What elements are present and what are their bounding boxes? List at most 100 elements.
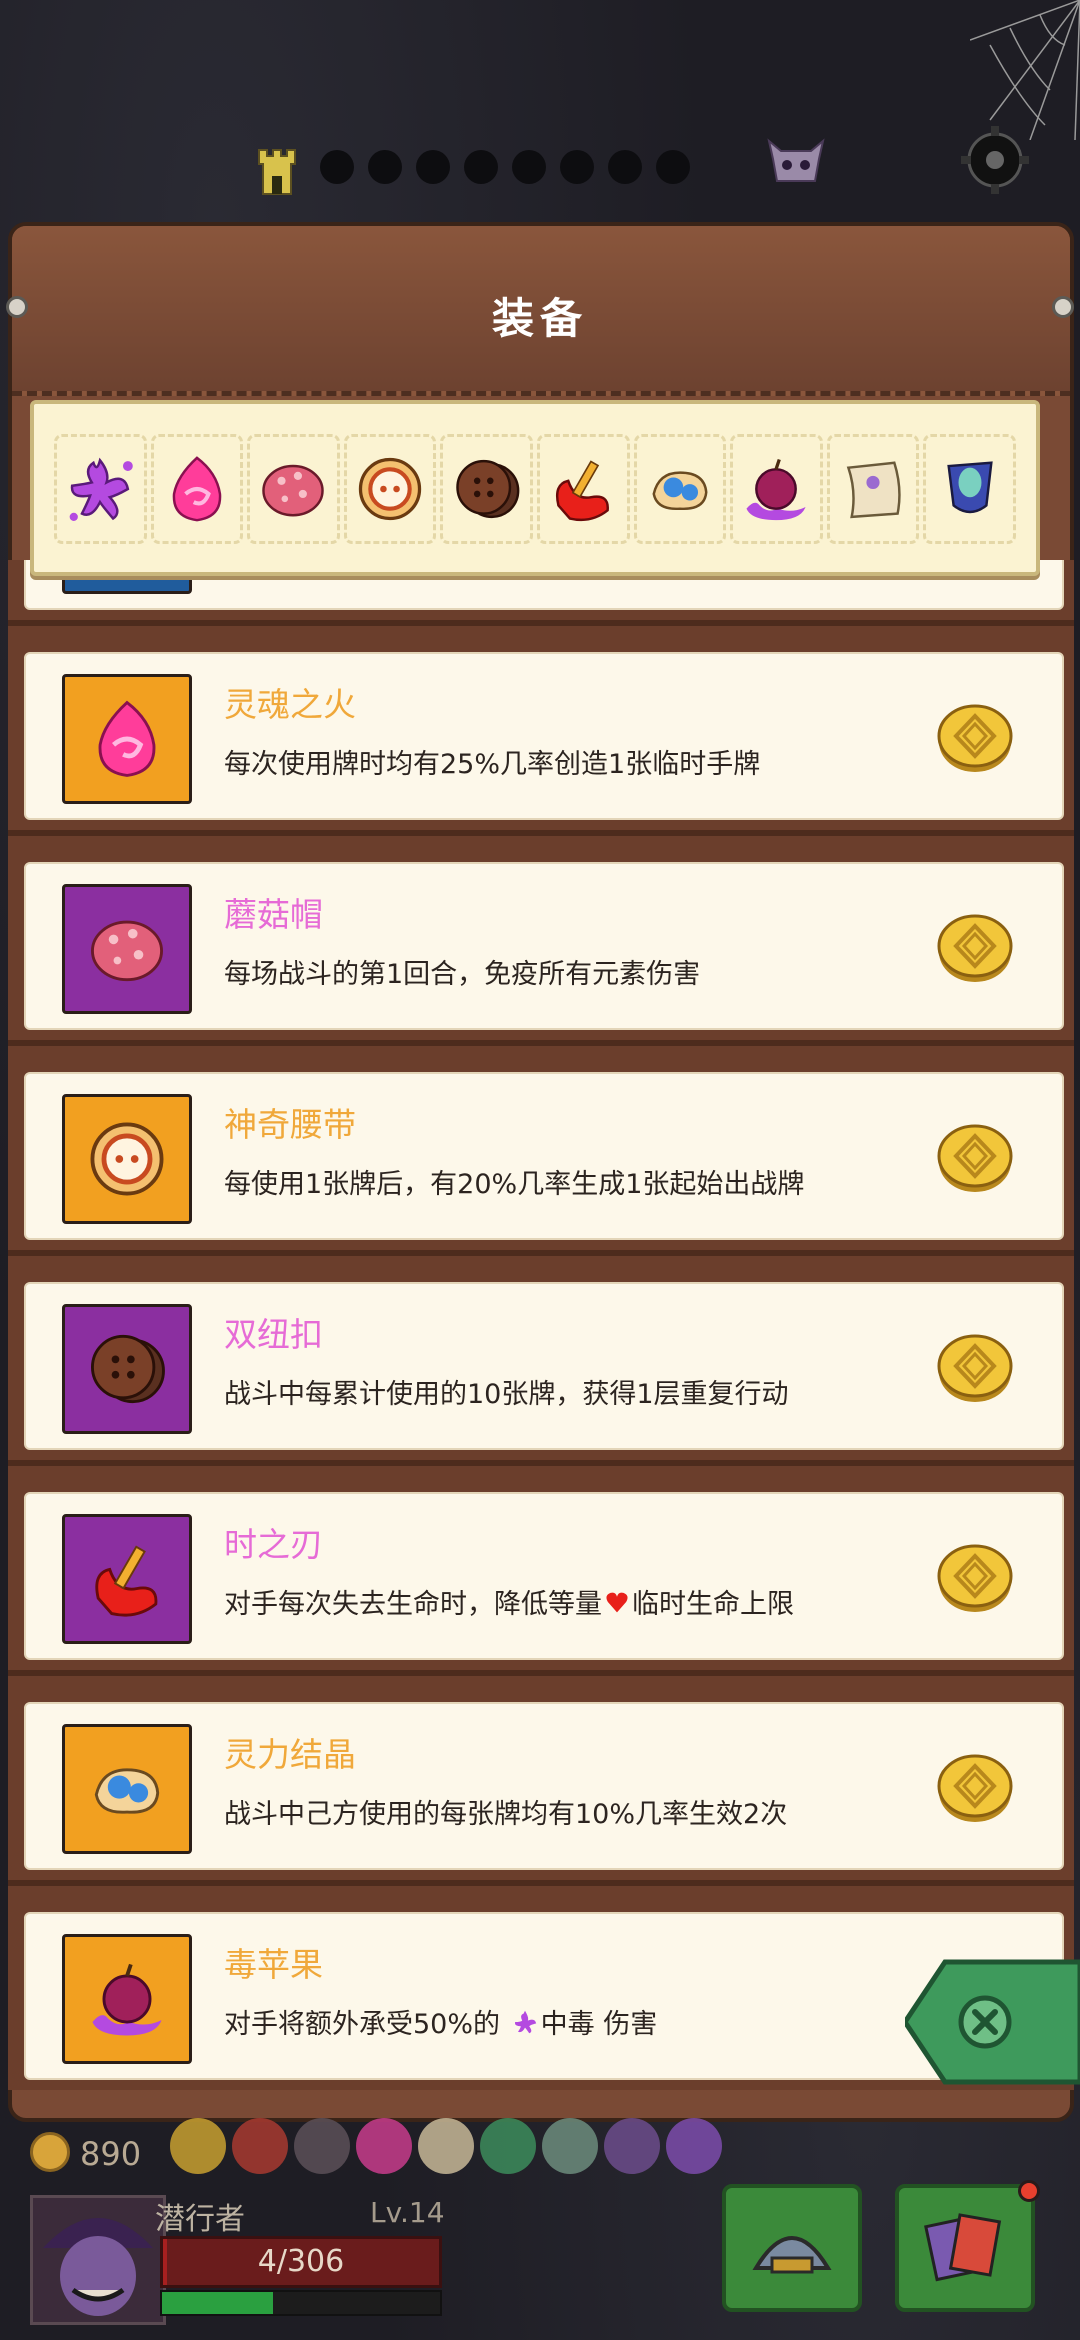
spirit-crystal-icon [639,448,721,530]
map-node [368,150,402,184]
equipped-slot[interactable] [536,434,630,544]
equipped-slot[interactable] [440,434,533,544]
close-button[interactable] [905,1958,1080,2086]
poison-apple-icon [79,1951,175,2047]
relic-shield-icon[interactable] [604,2118,660,2174]
item-icon-frame [62,884,192,1014]
item-description: 战斗中每累计使用的10张牌，获得1层重复行动 [224,1379,789,1410]
map-node [512,150,546,184]
cards-icon [924,2213,1002,2282]
gold-coin-icon [30,2132,70,2172]
item-name: 神奇腰带 [224,1105,356,1144]
equipped-slot[interactable] [923,434,1016,544]
item-description: 对手每次失去生命时，降低等量 临时生命上限 [224,1582,794,1622]
poison-splat-icon [59,448,141,530]
map-node [320,150,354,184]
boss-skull-icon [767,138,825,182]
gold-coin-icon[interactable] [936,1752,1014,1824]
item-description-part: 对手每次失去生命时，降低等量 [224,1589,602,1620]
leaf-goblet-icon [929,448,1011,530]
magic-belt-icon [349,448,431,530]
hero-level: Lv.14 [370,2196,445,2229]
relic-bone-icon[interactable] [418,2118,474,2174]
equipment-card[interactable]: 灵力结晶战斗中己方使用的每张牌均有10%几率生效2次 [24,1702,1064,1870]
item-description-part: 对手将额外承受50%的 [224,2009,509,2040]
equipped-slot[interactable] [343,434,437,544]
equipped-slot[interactable] [150,434,244,544]
equipment-card[interactable]: 双纽扣战斗中每累计使用的10张牌，获得1层重复行动 [24,1282,1064,1450]
equipment-card[interactable]: 神奇腰带 每使用1张牌后，有20%几率生成1张起始出战牌 [24,1072,1064,1240]
item-icon-frame [62,674,192,804]
item-icon-frame [62,1094,192,1224]
relic-gear-icon[interactable] [232,2118,288,2174]
soul-fire-icon [79,691,175,787]
cards-button[interactable] [895,2184,1035,2312]
equipped-strip [30,400,1040,576]
equipped-slot[interactable] [247,434,340,544]
relic-shell-icon[interactable] [480,2118,536,2174]
relic-bar [170,2118,722,2174]
relic-fire-icon[interactable] [356,2118,412,2174]
deck-button[interactable] [722,2184,862,2312]
equipped-slot[interactable] [54,434,147,544]
gold-coin-icon[interactable] [936,1542,1014,1614]
item-description-part: 临时生命上限 [632,1589,794,1620]
double-button-icon [79,1321,175,1417]
item-name: 毒苹果 [224,1945,323,1984]
gold-coin-icon[interactable] [936,702,1014,774]
helmet-icon [752,2236,832,2274]
tower-icon [258,149,296,195]
equipment-row: 灵力结晶战斗中己方使用的每张牌均有10%几率生效2次 [8,1670,1074,1880]
item-name: 蘑菇帽 [224,895,323,934]
time-blade-icon [542,448,624,530]
magic-belt-icon [79,1111,175,1207]
notification-dot [1018,2180,1040,2202]
equipment-row: 蘑菇帽每场战斗的第1回合，免疫所有元素伤害 [8,830,1074,1040]
equipped-slot[interactable] [826,434,920,544]
map-node [656,150,690,184]
gold-coin-icon[interactable] [936,1122,1014,1194]
item-description: 战斗中己方使用的每张牌均有10%几率生效2次 [224,1799,788,1830]
spiderweb-icon [970,0,1080,140]
item-description: 每场战斗的第1回合，免疫所有元素伤害 [224,959,701,990]
equipment-row: 灵魂之火每次使用牌时均有25%几率创造1张临时手牌 [8,620,1074,830]
equipped-slot[interactable] [730,434,823,544]
equipped-slot[interactable] [633,434,727,544]
equipment-card[interactable]: 蘑菇帽每场战斗的第1回合，免疫所有元素伤害 [24,862,1064,1030]
map-node [464,150,498,184]
equipment-list[interactable]: 对手的 中毒层数 将不会减少灵魂之火每次使用牌时均有25%几率创造1张临时手牌蘑… [8,560,1074,2095]
item-name: 灵魂之火 [224,685,356,724]
item-icon-frame [62,1514,192,1644]
equipment-row: 神奇腰带 每使用1张牌后，有20%几率生成1张起始出战牌 [8,1040,1074,1250]
hp-text: 4/306 [257,2244,345,2279]
mushroom-cap-icon [79,901,175,997]
item-description: 对手将额外承受50%的 中毒 伤害 [224,2002,657,2043]
item-description: 每次使用牌时均有25%几率创造1张临时手牌 [224,749,761,780]
equipment-card[interactable]: 灵魂之火每次使用牌时均有25%几率创造1张临时手牌 [24,652,1064,820]
equipment-card[interactable]: 时之刃对手每次失去生命时，降低等量 临时生命上限 [24,1492,1064,1660]
map-node [608,150,642,184]
item-icon-frame [62,1304,192,1434]
mushroom-cap-icon [252,448,334,530]
item-name: 时之刃 [224,1525,323,1564]
poison-icon [511,2008,539,2043]
map-progress [320,150,690,184]
equipment-row: 时之刃对手每次失去生命时，降低等量 临时生命上限 [8,1460,1074,1670]
hp-bar: 4/306 [160,2236,442,2288]
time-blade-icon [79,1531,175,1627]
relic-badge-icon[interactable] [666,2118,722,2174]
heart-icon [604,1589,630,1622]
relic-lantern-icon[interactable] [170,2118,226,2174]
hero-name: 潜行者 [155,2202,245,2237]
item-name: 灵力结晶 [224,1735,356,1774]
scroll-icon [832,448,914,530]
hero-avatar[interactable] [30,2195,166,2325]
settings-gear-icon[interactable] [955,120,1035,200]
rogue-portrait-icon [43,2218,153,2316]
relic-bomb-icon[interactable] [294,2118,350,2174]
item-name: 双纽扣 [224,1315,323,1354]
gold-coin-icon[interactable] [936,1332,1014,1404]
gold-coin-icon[interactable] [936,912,1014,984]
relic-potion-icon[interactable] [542,2118,598,2174]
item-icon-frame [62,1724,192,1854]
